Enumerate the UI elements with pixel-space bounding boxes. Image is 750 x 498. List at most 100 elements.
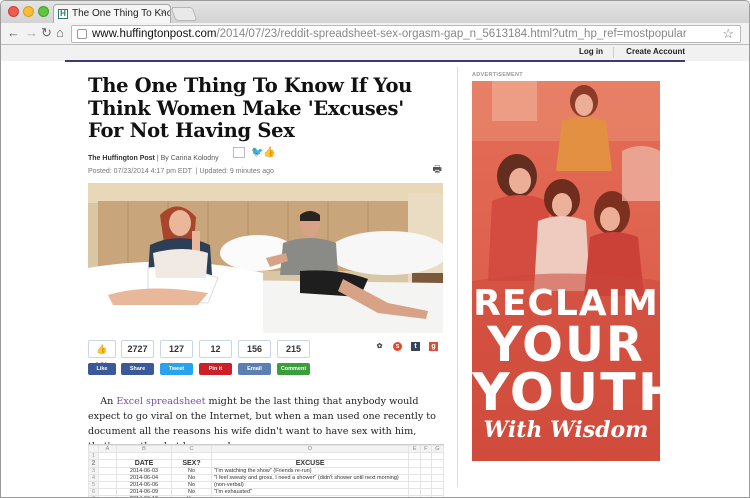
posted-date: Posted: 07/23/2014 4:17 pm EDT bbox=[88, 167, 192, 175]
sheet-cell: 2014-06-09 bbox=[116, 488, 172, 496]
sheet-cell bbox=[419, 459, 432, 468]
sheet-row-number: 4 bbox=[88, 474, 99, 482]
sheet-cell bbox=[210, 452, 410, 460]
tab-active[interactable]: H The One Thing To Know If × bbox=[53, 4, 171, 23]
sheet-cell bbox=[430, 452, 444, 460]
sheet-cell bbox=[419, 481, 432, 489]
excel-spreadsheet-link[interactable]: Excel spreadsheet bbox=[116, 396, 205, 407]
tumblr-icon[interactable]: t bbox=[411, 342, 420, 351]
sheet-cell bbox=[430, 488, 444, 496]
pin-it-button[interactable]: Pin it bbox=[199, 363, 232, 375]
sheet-cell: 2014-06-04 bbox=[116, 474, 172, 482]
ad-headline-line4: With Wisdom bbox=[483, 417, 649, 443]
new-tab-button[interactable] bbox=[170, 7, 198, 21]
sheet-row: 2 DATE SEX? EXCUSE bbox=[88, 459, 444, 468]
forward-icon[interactable]: → bbox=[25, 26, 38, 40]
sheet-row-number: 5 bbox=[88, 481, 99, 489]
author-like-icon[interactable]: 👍 bbox=[263, 147, 275, 158]
sheet-column-letter: F bbox=[419, 445, 432, 453]
sheet-column-letter: A bbox=[98, 445, 117, 453]
sheet-cell bbox=[408, 474, 421, 482]
favicon-icon: H bbox=[58, 9, 68, 19]
print-icon[interactable]: 🖶 bbox=[433, 162, 442, 179]
sheet-column-letter: C bbox=[171, 445, 212, 453]
sheet-cell bbox=[98, 459, 117, 468]
sheet-cell: "I'm watching the show" (Friends re-run) bbox=[210, 467, 410, 475]
body-prefix: An bbox=[100, 396, 117, 407]
sheet-row: 5 2014-06-06 No (non-verbal) bbox=[88, 481, 444, 489]
sheet-cell bbox=[98, 474, 117, 482]
sheet-cell bbox=[419, 467, 432, 475]
sheet-row: 6 2014-06-09 No "I'm exhausted" bbox=[88, 488, 444, 496]
article-photo bbox=[88, 183, 443, 333]
sheet-column-letter: G bbox=[430, 445, 444, 453]
publication-name: The Huffington Post bbox=[88, 154, 155, 162]
zoom-window-button[interactable] bbox=[38, 6, 49, 17]
sheet-cell bbox=[116, 452, 172, 460]
sheet-cell bbox=[98, 481, 117, 489]
login-link[interactable]: Log in bbox=[579, 47, 603, 56]
stumbleupon-icon[interactable]: s bbox=[393, 342, 402, 351]
advertisement[interactable]: RECLAIM YOUR YOUTH With Wisdom bbox=[472, 81, 660, 461]
sheet-cell bbox=[171, 452, 212, 460]
email-button[interactable]: Email bbox=[238, 363, 271, 375]
browser-toolbar: ← → ↻ ⌂ www.huffingtonpost.com/2014/07/2… bbox=[1, 23, 749, 45]
sheet-cell bbox=[98, 467, 117, 475]
sheet-cell bbox=[419, 488, 432, 496]
minimize-window-button[interactable] bbox=[23, 6, 34, 17]
sheet-cell: 2014-06-03 bbox=[116, 467, 172, 475]
sheet-row: 1 bbox=[88, 452, 444, 460]
sheet-column-letter: E bbox=[408, 445, 421, 453]
tab-close-icon[interactable]: × bbox=[160, 7, 166, 18]
sheet-cell bbox=[98, 488, 117, 496]
google-plus-icon[interactable]: g bbox=[429, 342, 438, 351]
tab-strip: H The One Thing To Know If × bbox=[1, 1, 749, 23]
sheet-row-number: 3 bbox=[88, 467, 99, 475]
close-window-button[interactable] bbox=[8, 6, 19, 17]
sheet-cell: No bbox=[171, 467, 212, 475]
author-twitter-icon[interactable]: 🐦 bbox=[251, 147, 263, 158]
sheet-row-number: 1 bbox=[88, 452, 99, 460]
comment-button[interactable]: Comment bbox=[277, 363, 310, 375]
post-timestamp: Posted: 07/23/2014 4:17 pm EDT | Updated… bbox=[88, 168, 444, 175]
sheet-cell bbox=[430, 481, 444, 489]
sheet-row-number: 6 bbox=[88, 488, 99, 496]
share-button[interactable]: Share bbox=[121, 363, 154, 375]
bookmark-star-icon[interactable]: ☆ bbox=[722, 26, 734, 42]
spreadsheet-table: A B C D E F G 1 2 DATE SEX? EXCUSE 3 2014-06-03 No "I'm… bbox=[88, 445, 444, 497]
sheet-cell bbox=[430, 467, 444, 475]
author-email-icon[interactable] bbox=[233, 147, 245, 158]
author-name[interactable]: | By Carina Kolodny bbox=[157, 155, 219, 162]
header-rule bbox=[65, 60, 685, 62]
sheet-cell: No bbox=[171, 481, 212, 489]
reload-icon[interactable]: ↻ bbox=[41, 26, 52, 40]
sheet-cell bbox=[430, 474, 444, 482]
tweet-button[interactable]: Tweet bbox=[160, 363, 193, 375]
page-title: The One Thing To Know If You Think Women… bbox=[88, 74, 413, 142]
share-count-email: 156 bbox=[238, 340, 271, 358]
reddit-icon[interactable]: ✿ bbox=[375, 342, 384, 351]
home-icon[interactable]: ⌂ bbox=[56, 26, 64, 40]
sheet-cell: "I'm exhausted" bbox=[210, 488, 410, 496]
updated-time: | Updated: 9 minutes ago bbox=[195, 167, 274, 175]
site-header: Log in Create Account bbox=[1, 45, 749, 62]
like-button[interactable]: Like bbox=[88, 363, 116, 375]
ad-headline-line2: YOUR bbox=[487, 317, 645, 373]
sheet-column-letter: B bbox=[116, 445, 172, 453]
sheet-cell bbox=[408, 488, 421, 496]
create-account-link[interactable]: Create Account bbox=[626, 47, 685, 56]
spreadsheet-image: A B C D E F G 1 2 DATE SEX? EXCUSE 3 2014-06-03 No "I'm… bbox=[88, 444, 444, 497]
address-host: www.huffingtonpost.com bbox=[92, 28, 217, 40]
share-count-comments: 215 bbox=[277, 340, 310, 358]
sheet-column-header-row: ABCDEFG bbox=[88, 445, 444, 453]
back-icon[interactable]: ← bbox=[7, 26, 20, 40]
sheet-cell bbox=[408, 452, 421, 460]
ad-label: ADVERTISEMENT bbox=[472, 72, 523, 78]
share-count-pinterest: 12 bbox=[199, 340, 232, 358]
sheet-row: 3 2014-06-03 No "I'm watching the show" (Fr… bbox=[88, 467, 444, 475]
address-bar[interactable]: www.huffingtonpost.com/2014/07/23/reddit… bbox=[71, 25, 741, 43]
sheet-cell: "I feel sweaty and gross, I need a showe… bbox=[210, 474, 410, 482]
like-count-box[interactable]: 👍18k bbox=[88, 340, 116, 371]
tab-title: The One Thing To Know If bbox=[72, 8, 170, 19]
sheet-cell: No bbox=[171, 474, 212, 482]
